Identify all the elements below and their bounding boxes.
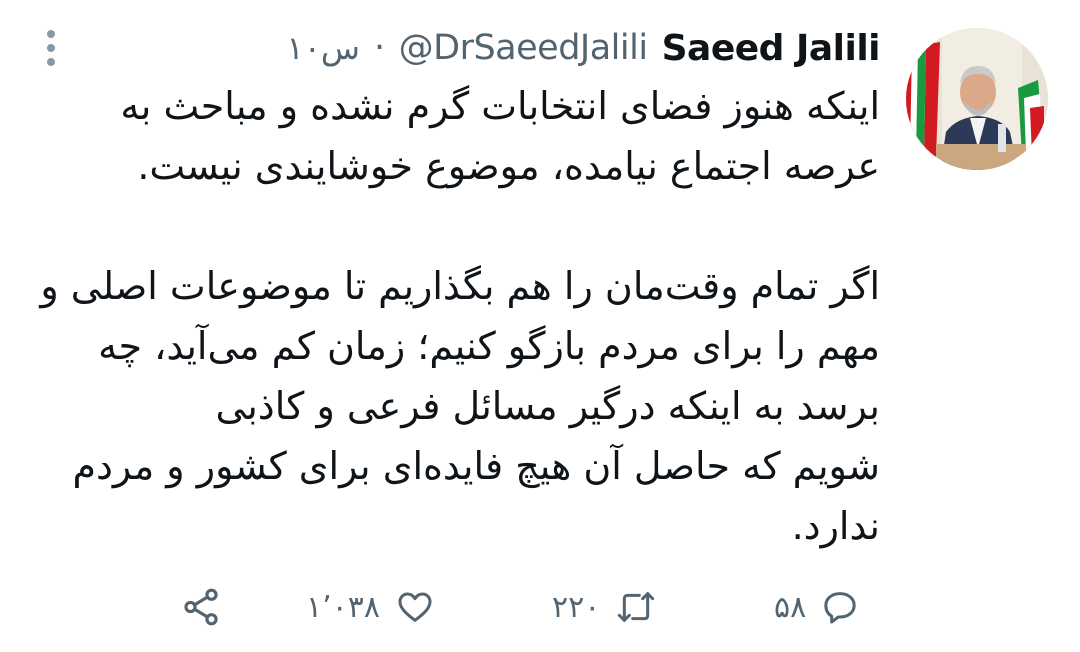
more-options-icon[interactable]: [44, 30, 58, 70]
like-count: ۱٬۰۳۸: [306, 589, 380, 625]
retweet-button[interactable]: ۲۲۰: [552, 582, 658, 632]
share-button[interactable]: [180, 582, 222, 632]
heart-icon: [394, 587, 436, 627]
retweet-count: ۲۲۰: [552, 589, 601, 625]
tweet-text: اینکه هنوز فضای انتخابات گرم نشده و مباح…: [40, 84, 880, 548]
reply-icon: [820, 587, 860, 627]
share-icon: [180, 586, 222, 628]
header-separator: ·: [373, 28, 385, 68]
retweet-icon: [614, 587, 658, 627]
tweet: Saeed Jalili @DrSaeedJalili · ۱۰س اینکه …: [0, 0, 1080, 652]
action-bar: ۵۸ ۲۲۰ ۱٬۰۳۸: [0, 572, 1080, 642]
user-handle[interactable]: @DrSaeedJalili: [399, 28, 648, 68]
like-button[interactable]: ۱٬۰۳۸: [306, 582, 436, 632]
tweet-timestamp[interactable]: ۱۰س: [287, 29, 360, 67]
reply-button[interactable]: ۵۸: [774, 582, 860, 632]
tweet-header: Saeed Jalili @DrSaeedJalili · ۱۰س: [287, 22, 881, 74]
reply-count: ۵۸: [774, 589, 807, 625]
display-name[interactable]: Saeed Jalili: [662, 28, 881, 69]
avatar[interactable]: [906, 28, 1048, 170]
